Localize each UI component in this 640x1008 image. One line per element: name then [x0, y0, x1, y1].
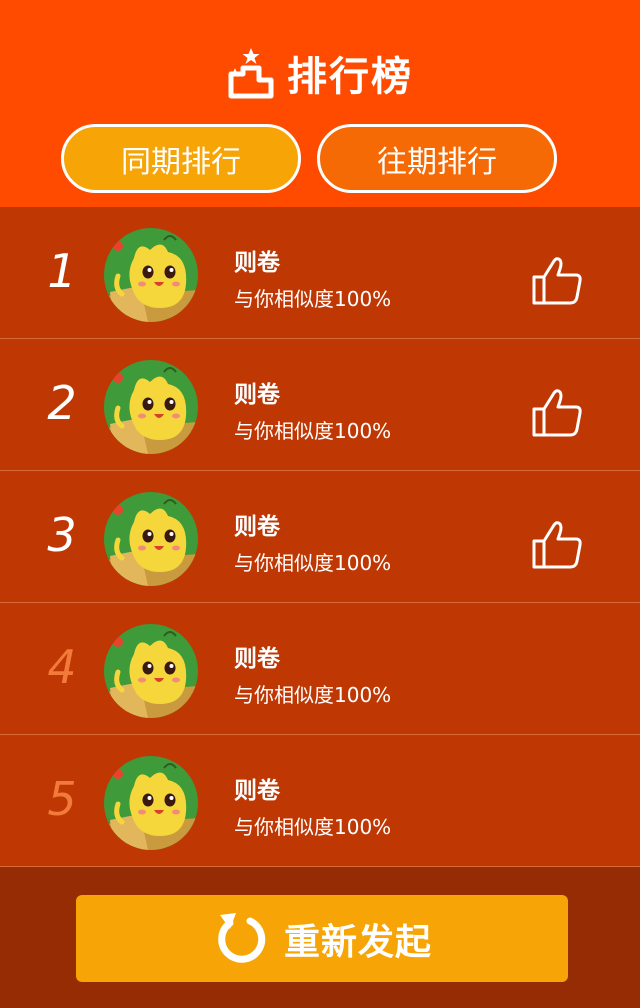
- similarity-text: 与你相似度100%: [234, 419, 392, 443]
- similarity-text: 与你相似度100%: [234, 683, 392, 707]
- similarity-text: 与你相似度100%: [234, 551, 392, 575]
- refresh-icon: [218, 912, 266, 963]
- page-title: 排行榜: [287, 54, 413, 100]
- ranking-row: 4 则卷与你相似度100%: [0, 603, 640, 735]
- avatar: [104, 360, 198, 454]
- similarity-text: 与你相似度100%: [234, 287, 392, 311]
- thumbs-up-icon[interactable]: [530, 255, 584, 307]
- avatar: [104, 624, 198, 718]
- user-name: 则卷: [234, 382, 280, 408]
- ranking-row: 3 则卷与你相似度100%: [0, 471, 640, 603]
- avatar: [104, 228, 198, 322]
- user-name: 则卷: [234, 646, 280, 672]
- thumbs-up-icon[interactable]: [530, 387, 584, 439]
- rank-number: 2: [47, 376, 77, 430]
- podium-icon: [228, 48, 274, 99]
- ranking-row: 5 则卷与你相似度100%: [0, 735, 640, 867]
- tab-current-period[interactable]: 同期排行: [61, 124, 301, 193]
- user-name: 则卷: [234, 250, 280, 276]
- rank-number: 1: [47, 244, 77, 298]
- rank-number: 3: [47, 508, 77, 562]
- similarity-text: 与你相似度100%: [234, 815, 392, 839]
- rank-number: 5: [47, 772, 77, 826]
- thumbs-up-icon[interactable]: [530, 519, 584, 571]
- user-name: 则卷: [234, 514, 280, 540]
- rank-number: 4: [47, 640, 77, 694]
- avatar: [104, 756, 198, 850]
- footer: 重新发起: [0, 867, 640, 1008]
- ranking-row: 2 则卷与你相似度100%: [0, 339, 640, 471]
- ranking-row: 1 则卷与你相似度100%: [0, 207, 640, 339]
- restart-label: 重新发起: [283, 921, 432, 963]
- ranking-list: 1 则卷 与你相似度100% 2 则卷 与你相似度100% 3 则卷 与你相似度…: [0, 207, 640, 867]
- header: 排行榜 同期排行 往期排行: [0, 0, 640, 207]
- restart-button[interactable]: 重新发起: [76, 895, 568, 982]
- avatar: [104, 492, 198, 586]
- title-bar: 排行榜: [0, 42, 640, 104]
- tab-past-period[interactable]: 往期排行: [317, 124, 557, 193]
- user-name: 则卷: [234, 778, 280, 804]
